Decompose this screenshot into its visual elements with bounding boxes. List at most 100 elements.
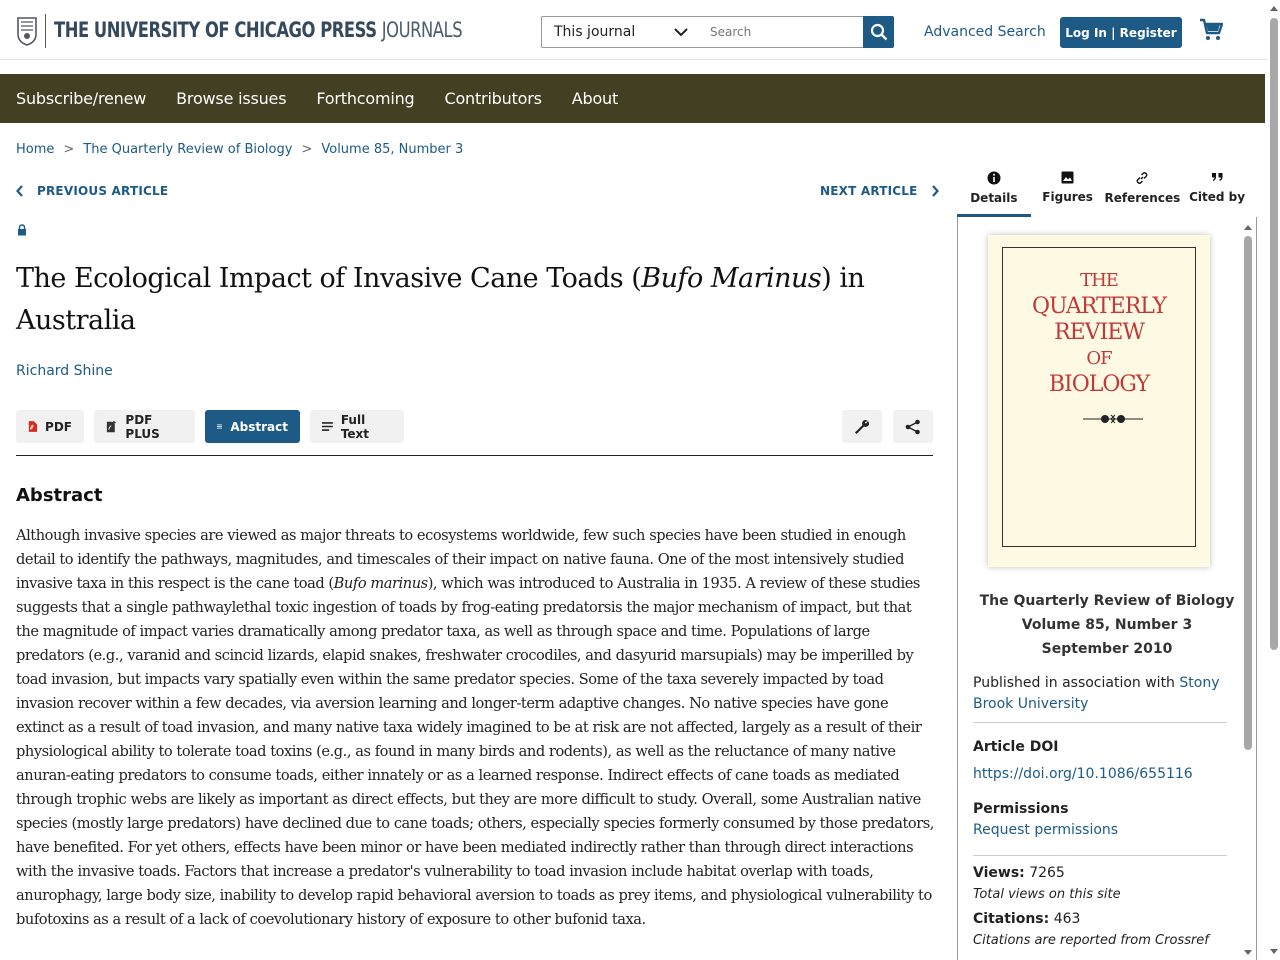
previous-article-label: PREVIOUS ARTICLE: [37, 184, 169, 198]
quote-icon: [1211, 173, 1223, 181]
main-nav: Subscribe/renew Browse issues Forthcomin…: [0, 74, 1265, 123]
logo-main: THE UNIVERSITY OF CHICAGO PRESS: [54, 18, 377, 42]
tab-references[interactable]: References: [1105, 165, 1180, 217]
info-icon: [987, 171, 1001, 185]
abstract-text-part: ), which was introduced to Australia in …: [16, 575, 934, 928]
next-article-label: NEXT ARTICLE: [820, 184, 918, 198]
association-prefix: Published in association with: [973, 675, 1180, 691]
pdf-plus-icon: [106, 420, 116, 432]
abstract-species: Bufo marinus: [333, 575, 428, 592]
doi-link[interactable]: https://doi.org/10.1086/655116: [973, 766, 1193, 782]
link-icon: [1136, 172, 1148, 184]
logo-sub: JOURNALS: [381, 18, 463, 42]
sidebar-tabs: Details Figures References Cited by: [957, 165, 1254, 217]
issue-info: The Quarterly Review of Biology Volume 8…: [958, 589, 1256, 661]
citations-stat: Citations: 463: [973, 911, 1080, 927]
cover-border: THE QUARTERLY REVIEW OF BIOLOGY: [1002, 247, 1196, 547]
breadcrumb-issue[interactable]: Volume 85, Number 3: [321, 142, 463, 157]
chevron-right-icon: [931, 185, 939, 197]
full-text-label: Full Text: [340, 412, 370, 441]
nav-subscribe[interactable]: Subscribe/renew: [16, 89, 146, 108]
page-scrollbar-thumb[interactable]: [1270, 18, 1278, 650]
tab-details-label: Details: [970, 191, 1018, 205]
citations-value: 463: [1053, 911, 1081, 927]
pdf-icon: [28, 421, 38, 432]
cover-line: OF: [1086, 348, 1112, 369]
title-text: The Ecological Impact of Invasive Cane T…: [16, 263, 642, 294]
tools-button[interactable]: [842, 410, 882, 443]
next-article-link[interactable]: NEXT ARTICLE: [820, 184, 939, 198]
pdf-plus-button[interactable]: PDF PLUS: [94, 410, 195, 443]
citations-note: Citations are reported from Crossref: [973, 933, 1209, 948]
scroll-down-arrow-icon[interactable]: [1268, 946, 1280, 958]
journal-name[interactable]: The Quarterly Review of Biology: [958, 589, 1256, 613]
university-seal-icon[interactable]: [16, 14, 38, 46]
association-note: Published in association with Stony Broo…: [973, 673, 1223, 715]
cover-line: THE: [1080, 270, 1119, 291]
pdf-label: PDF: [45, 419, 72, 434]
search-input[interactable]: [700, 16, 864, 48]
breadcrumb-journal[interactable]: The Quarterly Review of Biology: [83, 142, 292, 157]
issue-volume[interactable]: Volume 85, Number 3: [958, 613, 1256, 637]
share-button[interactable]: [893, 410, 933, 443]
breadcrumb-separator: >: [63, 142, 75, 157]
search-scope-value: This journal: [554, 24, 636, 40]
issue-date: September 2010: [1041, 641, 1173, 657]
tab-figures[interactable]: Figures: [1031, 165, 1105, 217]
article-tools-row: PDF PDF PLUS Abstract Full Text: [16, 410, 933, 456]
divider: [973, 855, 1227, 856]
logo-divider: [45, 14, 46, 48]
text-lines-icon: [322, 422, 333, 431]
full-text-button[interactable]: Full Text: [310, 410, 404, 443]
breadcrumb-separator: >: [301, 142, 313, 157]
cover-title: THE QUARTERLY REVIEW OF BIOLOGY: [1003, 268, 1195, 398]
views-stat: Views: 7265: [973, 865, 1065, 881]
divider: [973, 722, 1227, 723]
tab-details[interactable]: Details: [957, 165, 1031, 217]
abstract-label: Abstract: [230, 419, 288, 434]
scroll-up-arrow-icon[interactable]: [1268, 2, 1280, 14]
previous-article-link[interactable]: PREVIOUS ARTICLE: [16, 184, 168, 198]
details-panel: THE QUARTERLY REVIEW OF BIOLOGY The Quar…: [957, 217, 1257, 960]
breadcrumb-home[interactable]: Home: [16, 142, 54, 157]
tab-cited-by[interactable]: Cited by: [1180, 165, 1254, 217]
breadcrumb: Home > The Quarterly Review of Biology >…: [16, 142, 463, 157]
views-value: 7265: [1029, 865, 1065, 881]
share-icon: [905, 419, 920, 434]
permissions-heading: Permissions: [973, 801, 1069, 817]
author-link[interactable]: Richard Shine: [16, 363, 113, 379]
nav-contributors[interactable]: Contributors: [444, 89, 541, 108]
site-logo[interactable]: THE UNIVERSITY OF CHICAGO PRESS JOURNALS: [54, 18, 463, 42]
sidebar-scrollbar-thumb[interactable]: [1244, 236, 1252, 750]
cover-line: BIOLOGY: [1048, 372, 1150, 397]
pdf-button[interactable]: PDF: [16, 410, 84, 443]
site-header: THE UNIVERSITY OF CHICAGO PRESS JOURNALS…: [0, 0, 1268, 60]
login-register-button[interactable]: Log In | Register: [1060, 17, 1182, 48]
cover-line: QUARTERLY: [1032, 294, 1167, 319]
doi-heading: Article DOI: [973, 739, 1059, 755]
shopping-cart-icon[interactable]: [1199, 18, 1223, 42]
wrench-icon: [855, 419, 869, 434]
nav-about[interactable]: About: [572, 89, 619, 108]
image-icon: [1061, 171, 1074, 184]
nav-forthcoming[interactable]: Forthcoming: [316, 89, 414, 108]
lock-icon: [18, 224, 26, 236]
advanced-search-link[interactable]: Advanced Search: [924, 24, 1046, 40]
abstract-button[interactable]: Abstract: [205, 410, 300, 443]
tab-figures-label: Figures: [1042, 190, 1093, 204]
pdf-plus-label: PDF PLUS: [125, 412, 160, 441]
abstract-text: Although invasive species are viewed as …: [16, 524, 936, 932]
citations-label: Citations:: [973, 911, 1050, 927]
request-permissions-link[interactable]: Request permissions: [973, 822, 1118, 838]
chevron-down-icon: [674, 28, 688, 37]
cover-ornament-icon: [1083, 414, 1143, 424]
journal-cover-image[interactable]: THE QUARTERLY REVIEW OF BIOLOGY: [988, 235, 1210, 567]
search-scope-select[interactable]: This journal: [541, 16, 701, 48]
tab-cited-by-label: Cited by: [1189, 190, 1246, 204]
list-icon: [217, 424, 223, 429]
title-species: Bufo Marinus: [641, 263, 822, 294]
chevron-left-icon: [16, 185, 23, 197]
search-button[interactable]: [863, 16, 894, 48]
nav-browse-issues[interactable]: Browse issues: [176, 89, 286, 108]
views-note: Total views on this site: [973, 887, 1121, 902]
